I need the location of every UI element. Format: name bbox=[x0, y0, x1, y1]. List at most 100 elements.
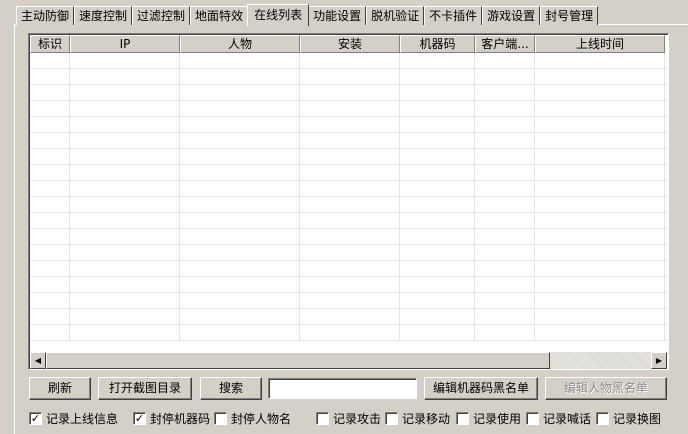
checkbox-label: 记录攻击 bbox=[333, 411, 382, 426]
table-cell bbox=[475, 229, 535, 245]
table-cell bbox=[70, 325, 180, 341]
table-cell bbox=[180, 229, 300, 245]
checkbox-box[interactable] bbox=[214, 411, 227, 425]
checkbox-box[interactable]: ✓ bbox=[133, 411, 146, 425]
scroll-right-icon[interactable]: ▶ bbox=[651, 352, 667, 369]
table-cell bbox=[475, 213, 535, 229]
tab-speed-control[interactable]: 速度控制 bbox=[74, 6, 133, 25]
checkbox-ban-machine-code[interactable]: ✓ 封停机器码 bbox=[133, 410, 210, 426]
table-cell bbox=[400, 85, 475, 101]
table-cell bbox=[535, 213, 665, 229]
table-cell bbox=[300, 229, 400, 245]
checkbox-log-use[interactable]: 记录使用 bbox=[456, 410, 521, 426]
checkbox-label: 记录移动 bbox=[402, 411, 451, 426]
column-header-client[interactable]: 客户端... bbox=[475, 35, 535, 53]
checkbox-ban-character-name[interactable]: 封停人物名 bbox=[214, 410, 291, 426]
table-cell bbox=[30, 229, 70, 245]
column-header-id[interactable]: 标识 bbox=[30, 35, 70, 53]
table-cell bbox=[180, 309, 300, 325]
table-cell bbox=[30, 277, 70, 293]
tab-active-defense[interactable]: 主动防御 bbox=[16, 6, 75, 25]
table-cell bbox=[180, 213, 300, 229]
table-cell bbox=[30, 245, 70, 261]
table-cell bbox=[30, 165, 70, 181]
tab-game-settings[interactable]: 游戏设置 bbox=[482, 6, 541, 25]
tab-no-lag-plugin[interactable]: 不卡插件 bbox=[424, 6, 483, 25]
column-header-login-time[interactable]: 上线时间 bbox=[535, 35, 665, 53]
table-cell bbox=[300, 245, 400, 261]
open-screenshot-dir-button[interactable]: 打开截图目录 bbox=[98, 377, 192, 400]
table-cell bbox=[70, 69, 180, 85]
table-cell bbox=[475, 261, 535, 277]
tab-function-settings[interactable]: 功能设置 bbox=[308, 6, 367, 25]
refresh-button[interactable]: 刷新 bbox=[29, 377, 91, 400]
table-cell bbox=[400, 149, 475, 165]
table-cell bbox=[30, 101, 70, 117]
checkbox-box[interactable] bbox=[385, 411, 398, 425]
checkbox-label: 封停人物名 bbox=[231, 411, 292, 426]
online-list-view[interactable]: 标识 IP 人物 安装 机器码 客户端... 上线时间 ◀ ▶ bbox=[28, 33, 669, 370]
table-cell bbox=[475, 101, 535, 117]
checkbox-log-login[interactable]: ✓ 记录上线信息 bbox=[29, 410, 118, 426]
checkbox-box[interactable] bbox=[526, 411, 539, 425]
table-cell bbox=[535, 325, 665, 341]
table-cell bbox=[180, 261, 300, 277]
table-row bbox=[30, 213, 668, 229]
table-cell bbox=[180, 69, 300, 85]
table-cell bbox=[180, 325, 300, 341]
edit-player-blacklist-button[interactable]: 编辑人物黑名单 bbox=[545, 377, 667, 400]
column-header-ip[interactable]: IP bbox=[70, 35, 180, 53]
checkbox-log-move[interactable]: 记录移动 bbox=[385, 410, 450, 426]
table-cell bbox=[475, 149, 535, 165]
checkbox-box[interactable] bbox=[596, 411, 609, 425]
scroll-left-icon[interactable]: ◀ bbox=[30, 352, 46, 369]
tab-online-list[interactable]: 在线列表 bbox=[247, 4, 310, 26]
table-cell bbox=[400, 181, 475, 197]
column-header-character[interactable]: 人物 bbox=[180, 35, 300, 53]
table-cell bbox=[30, 261, 70, 277]
checkbox-label: 封停机器码 bbox=[150, 411, 211, 426]
table-cell bbox=[400, 117, 475, 133]
table-cell bbox=[300, 197, 400, 213]
tab-offline-verify[interactable]: 脱机验证 bbox=[366, 6, 425, 25]
table-row bbox=[30, 101, 668, 117]
table-cell bbox=[475, 85, 535, 101]
table-row bbox=[30, 229, 668, 245]
tab-strip: 主动防御 速度控制 过滤控制 地面特效 在线列表 功能设置 脱机验证 不卡插件 … bbox=[16, 3, 599, 26]
table-cell bbox=[535, 69, 665, 85]
table-cell bbox=[30, 325, 70, 341]
column-header-install[interactable]: 安装 bbox=[300, 35, 400, 53]
column-header-machine-code[interactable]: 机器码 bbox=[400, 35, 475, 53]
table-cell bbox=[30, 309, 70, 325]
table-cell bbox=[70, 229, 180, 245]
checkbox-log-map-change[interactable]: 记录换图 bbox=[596, 410, 661, 426]
search-input[interactable] bbox=[268, 378, 417, 399]
table-cell bbox=[535, 85, 665, 101]
table-cell bbox=[70, 149, 180, 165]
table-row bbox=[30, 133, 668, 149]
table-cell bbox=[180, 165, 300, 181]
checkbox-label: 记录上线信息 bbox=[46, 411, 119, 426]
checkbox-log-shout[interactable]: 记录喊话 bbox=[526, 410, 591, 426]
table-cell bbox=[70, 245, 180, 261]
tab-ban-management[interactable]: 封号管理 bbox=[540, 6, 599, 25]
search-button[interactable]: 搜索 bbox=[200, 377, 262, 400]
table-cell bbox=[475, 325, 535, 341]
table-cell bbox=[475, 53, 535, 69]
table-cell bbox=[300, 277, 400, 293]
table-cell bbox=[475, 293, 535, 309]
table-cell bbox=[475, 181, 535, 197]
checkbox-box[interactable] bbox=[456, 411, 469, 425]
table-cell bbox=[300, 325, 400, 341]
checkbox-box[interactable]: ✓ bbox=[29, 411, 42, 425]
table-row bbox=[30, 85, 668, 101]
checkbox-box[interactable] bbox=[316, 411, 329, 425]
tab-ground-effects[interactable]: 地面特效 bbox=[190, 6, 249, 25]
tab-filter-control[interactable]: 过滤控制 bbox=[132, 6, 191, 25]
table-cell bbox=[180, 53, 300, 69]
scrollbar-thumb[interactable] bbox=[46, 352, 550, 369]
checkbox-log-attack[interactable]: 记录攻击 bbox=[316, 410, 381, 426]
table-cell bbox=[400, 213, 475, 229]
edit-machine-blacklist-button[interactable]: 编辑机器码黑名单 bbox=[424, 377, 538, 400]
horizontal-scrollbar[interactable]: ◀ ▶ bbox=[30, 352, 667, 369]
